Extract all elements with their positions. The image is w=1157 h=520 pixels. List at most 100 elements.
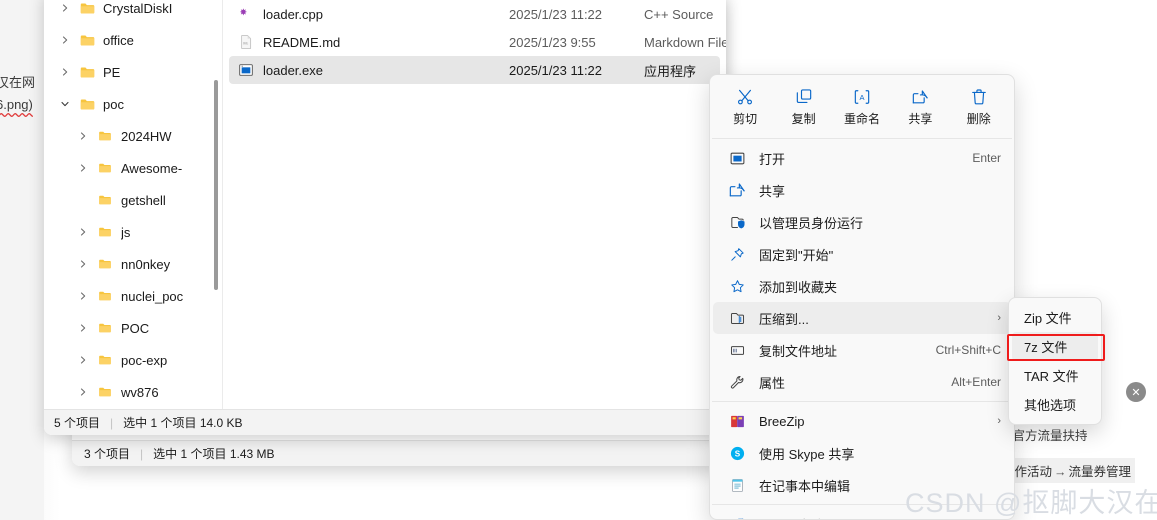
more-options-icon (725, 516, 749, 519)
compress-submenu: Zip 文件 7z 文件 TAR 文件其他选项 (1008, 297, 1102, 425)
menu-item-shield-run[interactable]: 以管理员身份运行 (713, 206, 1011, 238)
trash-button[interactable]: 删除 (953, 81, 1005, 133)
markdown-file-icon: M↓ (233, 34, 259, 50)
breezip-icon (725, 413, 749, 430)
menu-item-open-window[interactable]: 打开 Enter (713, 142, 1011, 174)
folder-icon (76, 64, 98, 81)
tree-item-label: nn0nkey (121, 256, 171, 272)
scissors-button[interactable]: 剪切 (719, 81, 771, 133)
folder-icon (94, 192, 116, 208)
menu-item-shortcut: Alt+Enter (951, 375, 1001, 389)
tree-item-crystaldiski[interactable]: CrystalDiskI (44, 0, 222, 24)
chevron-right-icon[interactable] (72, 387, 94, 397)
chevron-right-icon[interactable] (72, 355, 94, 365)
tree-item-pe[interactable]: PE (44, 56, 222, 88)
file-list: loader.cpp2025/1/23 11:22C++ Source3 KBM… (223, 0, 726, 409)
exe-file-icon (233, 62, 259, 78)
menu-item-skype[interactable]: S 使用 Skype 共享 (713, 437, 1011, 469)
menu-item-pin[interactable]: 固定到"开始" (713, 238, 1011, 270)
share-button[interactable]: 共享 (894, 81, 946, 133)
submenu-item-3[interactable]: 其他选项 (1012, 390, 1098, 419)
copy-button[interactable]: 复制 (778, 81, 830, 133)
toolbar-label: 重命名 (843, 112, 880, 126)
copy-path-icon (725, 342, 749, 359)
chevron-right-icon[interactable] (72, 131, 94, 141)
chevron-right-icon[interactable] (54, 35, 76, 45)
submenu-item-2[interactable]: TAR 文件 (1012, 361, 1098, 390)
rename-button[interactable]: A 重命名 (836, 81, 888, 133)
submenu-item-1[interactable]: 7z 文件 (1012, 332, 1098, 361)
menu-item-star[interactable]: 添加到收藏夹 (713, 270, 1011, 302)
bg-breadcrumb-text[interactable]: 创作活动 → 流量券管理 (998, 458, 1136, 483)
chevron-right-icon[interactable] (72, 291, 94, 301)
tree-item-wv876[interactable]: wv876 (44, 376, 222, 408)
tree-item-js[interactable]: js (44, 216, 222, 248)
chevron-right-icon[interactable] (72, 259, 94, 269)
nav-scrollbar[interactable] (214, 80, 218, 290)
tree-item-label: poc-exp (121, 352, 168, 368)
folder-icon (94, 320, 116, 336)
cpp-file-icon (233, 6, 259, 22)
tree-item-poc-exp[interactable]: poc-exp (44, 344, 222, 376)
toolbar-label: 剪切 (733, 112, 758, 126)
status-divider: | (110, 415, 114, 430)
chevron-right-icon[interactable] (54, 3, 76, 13)
menu-item-wrench[interactable]: 属性 Alt+Enter (713, 366, 1011, 398)
compress-folder-icon (725, 310, 749, 327)
menu-item-breezip[interactable]: BreeZip › (713, 405, 1011, 437)
submenu-item-0[interactable]: Zip 文件 (1012, 303, 1098, 332)
menu-item-share[interactable]: 共享 (713, 174, 1011, 206)
tree-item-label: js (121, 224, 131, 240)
file-row[interactable]: M↓README.md2025/1/23 9:55Markdown File3 … (229, 28, 726, 56)
file-date: 2025/1/23 11:22 (509, 62, 603, 78)
file-type: C++ Source (644, 6, 714, 22)
csdn-watermark: CSDN @抠脚大汉在网络 (905, 488, 1157, 518)
chevron-right-icon[interactable] (54, 67, 76, 77)
tree-item-label: office (103, 32, 134, 48)
folder-icon (76, 32, 98, 49)
file-row[interactable]: loader.exe2025/1/23 11:22应用程序14 KB (229, 56, 720, 84)
arrow-right-icon: → (1054, 465, 1067, 479)
folder-icon (76, 0, 98, 17)
back-selection-info: 选中 1 个项目 1.43 MB (153, 447, 275, 461)
tree-item-poc[interactable]: POC (44, 312, 222, 344)
tree-item-nuclei-poc[interactable]: nuclei_poc (44, 280, 222, 312)
chevron-right-icon[interactable] (72, 323, 94, 333)
close-icon[interactable]: ✕ (1126, 382, 1146, 402)
menu-item-shortcut: Enter (972, 151, 1001, 165)
chevron-right-icon[interactable] (72, 227, 94, 237)
folder-icon (94, 160, 116, 176)
menu-item-compress-folder[interactable]: 压缩到... › (713, 302, 1011, 334)
tree-item-nn0nkey[interactable]: nn0nkey (44, 248, 222, 280)
file-date: 2025/1/23 9:55 (509, 34, 596, 50)
chevron-right-icon[interactable] (72, 163, 94, 173)
folder-icon (94, 128, 116, 144)
folder-icon (94, 288, 116, 304)
tree-item-awesome-[interactable]: Awesome- (44, 152, 222, 184)
left-edge-line-2: 6.png) (0, 97, 33, 112)
tree-item-label: poc (103, 96, 124, 112)
tree-item-2024hw[interactable]: 2024HW (44, 120, 222, 152)
menu-item-label: 添加到收藏夹 (759, 279, 838, 295)
tree-item-office[interactable]: office (44, 24, 222, 56)
file-row[interactable]: loader.cpp2025/1/23 11:22C++ Source3 KB (229, 0, 720, 28)
left-edge-partial-text: 汉在网 6.png) (0, 72, 44, 116)
folder-icon (94, 352, 116, 368)
chevron-down-icon[interactable] (54, 99, 76, 109)
tree-item-poc[interactable]: poc (44, 88, 222, 120)
back-item-count: 3 个项目 (84, 447, 131, 461)
menu-item-copy-path[interactable]: 复制文件地址 Ctrl+Shift+C (713, 334, 1011, 366)
open-window-icon (725, 150, 749, 167)
submenu-item-label: TAR 文件 (1024, 369, 1079, 384)
status-divider: | (140, 446, 144, 461)
tree-item-getshell[interactable]: getshell (44, 184, 222, 216)
pin-icon (725, 246, 749, 263)
notepad-icon (725, 477, 749, 494)
front-selection-info: 选中 1 个项目 14.0 KB (123, 416, 243, 430)
menu-item-label: 固定到"开始" (759, 247, 834, 263)
context-menu-items: 打开 Enter 共享 以管理员身份运行固定到"开始" 添加到收藏夹压缩到... › 复制文… (710, 142, 1014, 398)
menu-item-label: BreeZip (759, 413, 805, 429)
submenu-item-label: 7z 文件 (1024, 340, 1068, 355)
context-menu-toolbar: 剪切 复制 A 重命名 共享 删除 (710, 79, 1014, 135)
svg-text:M↓: M↓ (243, 41, 248, 46)
